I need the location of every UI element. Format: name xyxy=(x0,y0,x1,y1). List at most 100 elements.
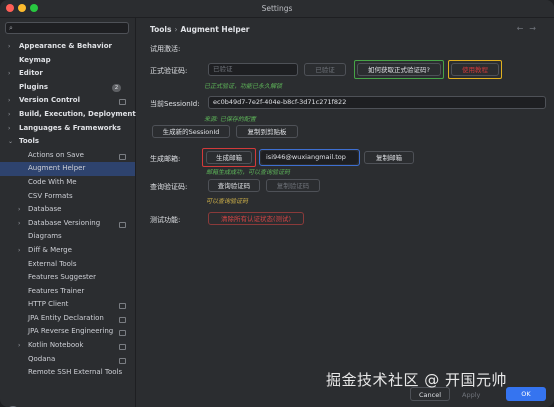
breadcrumb-parent[interactable]: Tools xyxy=(150,25,171,34)
chevron-down-icon[interactable]: ⌄ xyxy=(8,135,13,149)
sidebar-item[interactable]: Features Suggester xyxy=(0,271,135,285)
trial-section-title: 试用激活: xyxy=(150,45,181,53)
formal-status-text: 已正式验证，功能已永久解锁 xyxy=(204,83,283,90)
sidebar-item[interactable]: › Version Control xyxy=(0,94,135,108)
sidebar-item-label: Keymap xyxy=(19,55,51,64)
sidebar-item[interactable]: › Diff & Merge xyxy=(0,244,135,258)
chevron-right-icon[interactable]: › xyxy=(8,122,10,136)
sidebar-item[interactable]: Features Trainer xyxy=(0,285,135,299)
sidebar-item[interactable]: JPA Entity Declaration xyxy=(0,312,135,326)
copy-to-clipboard-button[interactable]: 复制到剪贴板 xyxy=(236,125,298,138)
sidebar-item-label: Remote SSH External Tools xyxy=(28,368,123,377)
sidebar-item-label: External Tools xyxy=(28,259,77,268)
copy-email-button[interactable]: 复制邮箱 xyxy=(364,151,414,164)
project-scope-icon xyxy=(119,330,126,337)
chevron-right-icon[interactable]: › xyxy=(18,339,20,353)
sidebar-item-label: Actions on Save xyxy=(28,150,84,159)
sidebar-item[interactable]: Keymap xyxy=(0,54,135,68)
sidebar-item[interactable]: Diagrams xyxy=(0,230,135,244)
sidebar-item-label: Database xyxy=(28,205,62,214)
back-arrow-icon[interactable]: ← xyxy=(517,24,530,33)
sidebar-item[interactable]: Actions on Save xyxy=(0,149,135,163)
settings-content: Tools › Augment Helper ←→ 试用激活: 正式验证码: 已验证… xyxy=(136,18,554,407)
tutorial-button[interactable]: 使用教程 xyxy=(451,63,499,76)
settings-search[interactable]: ⌕ xyxy=(5,22,129,34)
sidebar-item-label: Diff & Merge xyxy=(28,245,72,254)
email-status-text: 邮箱生成成功，可以查询验证码 xyxy=(206,169,291,176)
search-icon: ⌕ xyxy=(9,24,13,32)
update-count-badge: 2 xyxy=(112,83,121,92)
window-title: Settings xyxy=(261,4,293,13)
sidebar-item[interactable]: JPA Reverse Engineering xyxy=(0,325,135,339)
sidebar-item[interactable]: CSV Formats xyxy=(0,190,135,204)
sidebar-item[interactable]: Augment Helper xyxy=(0,162,135,176)
project-scope-icon xyxy=(119,344,126,351)
chevron-right-icon[interactable]: › xyxy=(18,217,20,231)
sidebar-item[interactable]: › Build, Execution, Deployment xyxy=(0,108,136,122)
sidebar-item-label: HTTP Client xyxy=(28,300,69,309)
sidebar-item[interactable]: Plugins 2 xyxy=(0,81,135,95)
ok-button[interactable]: OK xyxy=(506,387,546,401)
how-to-get-code-button[interactable]: 如何获取正式验证码? xyxy=(357,63,441,76)
sidebar-item[interactable]: HTTP Client xyxy=(0,298,135,312)
sidebar-item-label: Tools xyxy=(19,137,40,146)
verified-button[interactable]: 已验证 xyxy=(304,63,346,76)
new-session-button[interactable]: 生成新的SessionId xyxy=(152,125,230,138)
breadcrumb: Tools › Augment Helper xyxy=(150,25,250,34)
sidebar-item-label: Build, Execution, Deployment xyxy=(19,109,136,118)
sidebar-item[interactable]: Qodana xyxy=(0,353,135,367)
sidebar-item-label: Database Versioning xyxy=(28,218,101,227)
search-input[interactable] xyxy=(20,23,120,33)
project-scope-icon xyxy=(119,357,126,364)
chevron-right-icon[interactable]: › xyxy=(18,244,20,258)
sidebar-item-label: Features Suggester xyxy=(28,273,96,282)
sidebar-item-label: Augment Helper xyxy=(28,164,86,173)
sidebar-item-label: Diagrams xyxy=(28,232,62,241)
sidebar-item-label: Appearance & Behavior xyxy=(19,42,112,50)
sidebar-item-label: Plugins xyxy=(19,82,49,91)
settings-window: Settings ⌕ › Appearance & Behavior Keymap ›… xyxy=(0,0,554,407)
settings-sidebar: ⌕ › Appearance & Behavior Keymap › Editor Plu… xyxy=(0,18,136,407)
chevron-right-icon[interactable]: › xyxy=(8,40,10,54)
sidebar-item-label: Code With Me xyxy=(28,177,77,186)
forward-arrow-icon[interactable]: → xyxy=(529,24,542,33)
chevron-right-icon[interactable]: › xyxy=(8,108,10,122)
sidebar-item[interactable]: ⌄ Tools xyxy=(0,135,135,149)
sidebar-item[interactable]: › Languages & Frameworks xyxy=(0,122,135,136)
breadcrumb-current: Augment Helper xyxy=(180,25,250,34)
test-label: 测试功能: xyxy=(150,216,181,224)
apply-button[interactable]: Apply xyxy=(462,391,480,399)
email-field[interactable]: isi946@wuxiangmail.top xyxy=(261,151,358,164)
chevron-right-icon[interactable]: › xyxy=(18,203,20,217)
sidebar-item[interactable]: Remote SSH External Tools xyxy=(0,366,135,380)
sidebar-item-label: Editor xyxy=(19,69,43,78)
formal-code-field[interactable]: 已验证 xyxy=(208,63,298,76)
chevron-right-icon[interactable]: › xyxy=(8,94,10,108)
sidebar-item[interactable]: External Tools xyxy=(0,258,135,272)
nav-arrows: ←→ xyxy=(517,24,542,33)
sidebar-item-label: Kotlin Notebook xyxy=(28,341,84,350)
query-status-text: 可以查询验证码 xyxy=(206,198,249,205)
sidebar-item[interactable]: › Editor xyxy=(0,67,135,81)
sidebar-item[interactable]: › Database Versioning xyxy=(0,217,135,231)
query-code-label: 查询验证码: xyxy=(150,183,188,191)
formal-code-label: 正式验证码: xyxy=(150,67,188,75)
sidebar-item[interactable]: › Kotlin Notebook xyxy=(0,339,135,353)
sidebar-item[interactable]: › Appearance & Behavior xyxy=(0,40,135,54)
session-id-field[interactable]: ec0b49d7-7e2f-404e-b8cf-3d71c271f822 xyxy=(208,96,546,109)
project-scope-icon xyxy=(119,316,126,323)
clear-auth-button[interactable]: 清除所有认证状态(测试) xyxy=(208,212,304,225)
sidebar-item-label: JPA Entity Declaration xyxy=(28,313,104,322)
query-code-button[interactable]: 查询验证码 xyxy=(208,179,260,192)
sidebar-item[interactable]: › Database xyxy=(0,203,135,217)
chevron-right-icon[interactable]: › xyxy=(8,67,10,81)
project-scope-icon xyxy=(119,303,126,310)
project-scope-icon xyxy=(119,221,126,228)
session-source-text: 来源: 已保存的配置 xyxy=(204,116,256,123)
gen-email-button[interactable]: 生成邮箱 xyxy=(206,151,252,164)
sidebar-item-label: Features Trainer xyxy=(28,286,85,295)
sidebar-item-label: Languages & Frameworks xyxy=(19,123,121,132)
project-scope-icon xyxy=(119,153,126,160)
sidebar-item[interactable]: Code With Me xyxy=(0,176,135,190)
copy-code-button[interactable]: 复制验证码 xyxy=(266,179,320,192)
